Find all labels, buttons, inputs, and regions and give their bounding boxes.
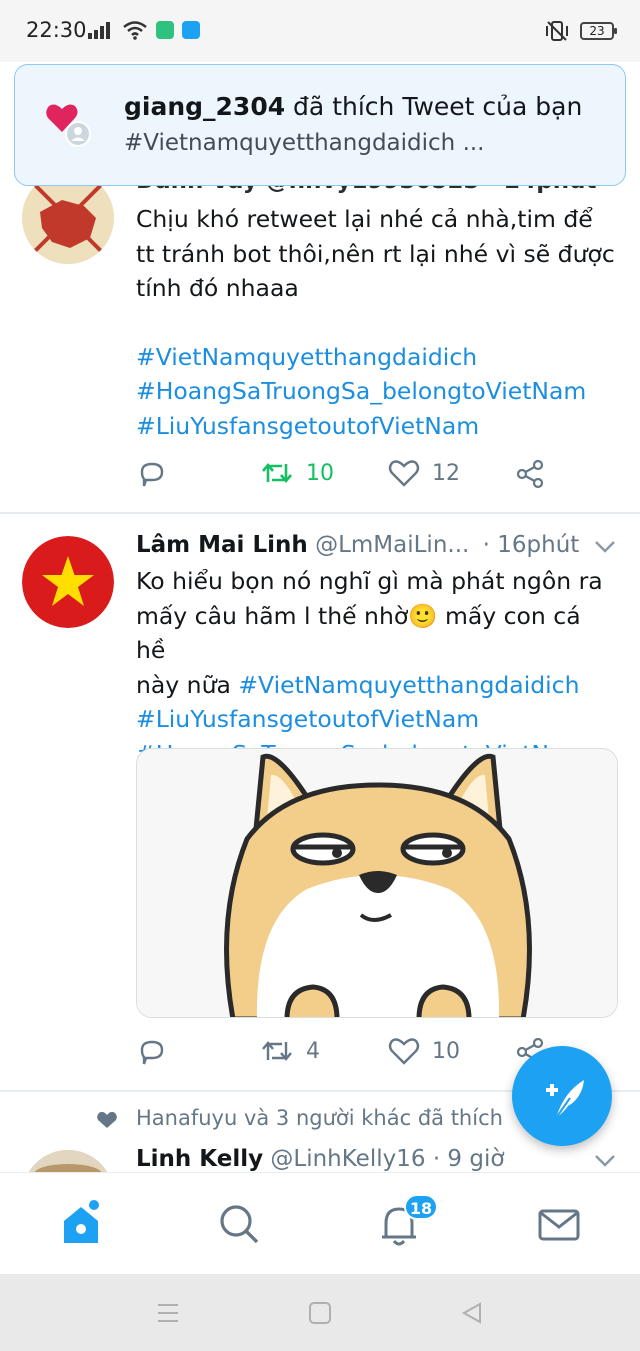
tweet-time: · 9 giờ	[432, 1146, 505, 1172]
tweet-time: · 16phút	[482, 532, 580, 558]
status-time: 22:30	[26, 18, 87, 42]
reply-icon	[140, 1040, 164, 1065]
chevron-down-icon[interactable]	[594, 540, 616, 554]
chevron-down-icon[interactable]	[594, 1154, 616, 1168]
battery-icon: 23	[580, 22, 617, 40]
home-square-icon[interactable]	[308, 1301, 332, 1325]
tweet-2-header[interactable]: Lâm Mai Linh @LmMaiLin... · 16phút	[136, 532, 579, 558]
tweet-2-text: Ko hiểu bọn nó nghĩ gì mà phát ngôn ra m…	[136, 564, 616, 771]
author-name[interactable]: Linh Kelly	[136, 1146, 263, 1172]
author-handle[interactable]: @LmMaiLin...	[315, 532, 469, 558]
heart-icon	[388, 1038, 420, 1065]
author-handle[interactable]: @LinhKelly16	[270, 1146, 425, 1172]
retweet-button[interactable]: 4	[260, 1036, 320, 1066]
like-button[interactable]: 10	[388, 1036, 460, 1066]
twitter-app-screen: 22:30 23 Chịu khó retweet lại nhé cả nhà…	[0, 0, 640, 1351]
menu-icon[interactable]	[156, 1302, 180, 1324]
notifications-count-badge: 18	[404, 1194, 438, 1220]
tweet-1[interactable]: Danh Vay @nnvy19930523 · 24phút Chịu khó…	[0, 150, 640, 512]
share-icon	[516, 459, 544, 489]
author-name[interactable]: Lâm Mai Linh	[136, 532, 308, 558]
tweet-1-actions: 10 12	[136, 458, 616, 498]
hashtag-link[interactable]: #LiuYusfansgetoutofVietNam	[136, 409, 616, 444]
nav-home[interactable]	[56, 1199, 106, 1249]
twitter-notification-icon	[182, 21, 200, 39]
notification-heart-icon	[44, 100, 96, 156]
vibrate-off-icon	[546, 21, 568, 41]
home-icon	[64, 1200, 99, 1243]
heart-icon	[388, 460, 420, 487]
notification-toast[interactable]	[14, 64, 626, 186]
social-context-label: Hanafuyu và 3 người khác đã thích	[136, 1106, 503, 1130]
search-icon	[220, 1205, 259, 1244]
hashtag-link[interactable]: #HoangSaTruongSa_belongtoVietNam	[136, 374, 616, 409]
tweet-1-text: Chịu khó retweet lại nhé cả nhà,tim để t…	[136, 202, 616, 443]
share-button[interactable]	[514, 458, 546, 490]
notification-snippet: #Vietnamquyetthangdaidich ...	[124, 130, 485, 156]
signal-icon	[88, 22, 110, 39]
retweet-button[interactable]: 10	[260, 458, 334, 488]
hashtag-link[interactable]: #VietNamquyetthangdaidich	[238, 671, 579, 699]
nav-messages[interactable]	[534, 1199, 584, 1249]
retweet-icon	[262, 462, 292, 484]
reply-button[interactable]	[136, 1036, 168, 1068]
system-navigation-bar	[0, 1274, 640, 1351]
tweet-3-header[interactable]: Linh Kelly @LinhKelly16 · 9 giờ	[136, 1146, 504, 1172]
back-icon[interactable]	[460, 1301, 484, 1325]
mail-icon	[538, 1209, 580, 1241]
liked-heart-icon	[97, 1111, 117, 1128]
notification-title: giang_2304 đã thích Tweet của bạn	[124, 92, 583, 121]
like-button[interactable]: 12	[388, 458, 460, 488]
nav-search[interactable]	[214, 1199, 264, 1249]
reply-icon	[140, 462, 164, 487]
retweet-icon	[262, 1041, 292, 1061]
app-notification-icon	[156, 21, 174, 39]
compose-tweet-button[interactable]	[512, 1046, 612, 1146]
wifi-icon	[123, 21, 147, 40]
bottom-navigation	[0, 1172, 640, 1274]
reply-button[interactable]	[136, 458, 168, 490]
avatar[interactable]	[22, 536, 114, 628]
tweet-media-image[interactable]	[136, 748, 618, 1018]
hashtag-link[interactable]: #VietNamquyetthangdaidich	[136, 340, 616, 375]
compose-feather-icon	[546, 1080, 584, 1119]
hashtag-link[interactable]: #LiuYusfansgetoutofVietNam	[136, 702, 616, 737]
status-bar: 22:30 23	[0, 0, 640, 62]
